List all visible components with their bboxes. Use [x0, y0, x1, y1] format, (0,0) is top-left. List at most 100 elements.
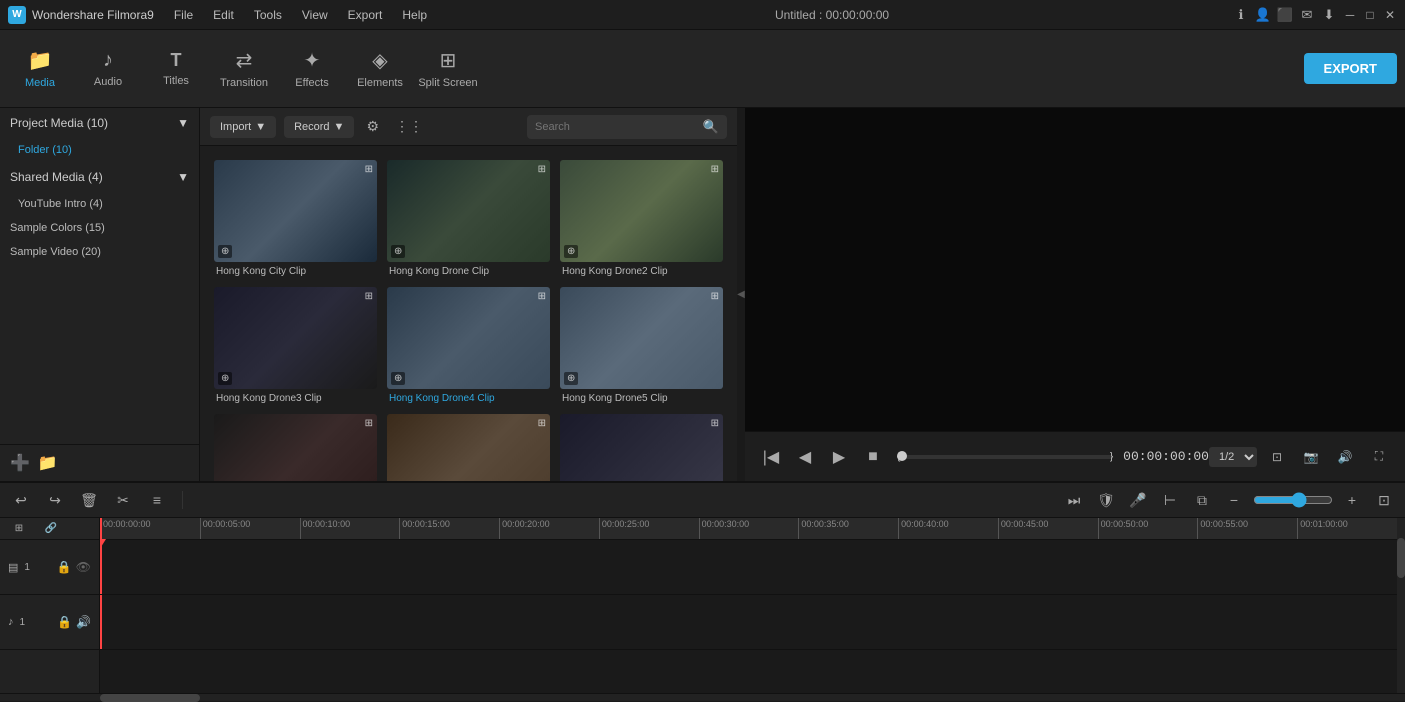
link-button[interactable]: 🔗 [38, 518, 64, 542]
timeline-ruler[interactable]: 00:00:00:00 00:00:05:00 00:00:10:00 00:0… [100, 518, 1397, 540]
message-icon[interactable]: ✉ [1299, 7, 1315, 23]
media-item[interactable]: ⊞ ⊕ Hong Kong Drone5 Clip [556, 283, 727, 408]
menu-edit[interactable]: Edit [209, 6, 238, 24]
info-icon[interactable]: ℹ [1233, 7, 1249, 23]
media-item[interactable]: ⊞ ⊕ [556, 410, 727, 481]
video-track-area[interactable] [100, 540, 1397, 595]
redo-button[interactable]: ↪ [42, 487, 68, 513]
record-button[interactable]: Record ▼ [284, 116, 354, 138]
caption-button[interactable]: ⧉ [1189, 487, 1215, 513]
undo-button[interactable]: ↩ [8, 487, 34, 513]
go-to-start-button[interactable]: |◀ [757, 443, 785, 471]
layout-icon[interactable]: ⬛ [1277, 7, 1293, 23]
maximize-button[interactable]: □ [1363, 8, 1377, 22]
media-item[interactable]: ⊞ ⊕ [210, 410, 381, 481]
toolbar-splitscreen[interactable]: ⊞ Split Screen [416, 37, 480, 101]
add-to-timeline-icon[interactable]: ⊕ [564, 245, 578, 258]
panel-collapse-divider[interactable]: ◀ [737, 108, 745, 481]
add-to-timeline-icon[interactable]: ⊕ [564, 372, 578, 385]
fit-button[interactable]: ⊡ [1371, 487, 1397, 513]
media-item[interactable]: ⊞ ⊕ [383, 410, 554, 481]
menu-tools[interactable]: Tools [250, 6, 286, 24]
lock-icon[interactable]: 🔒 [57, 560, 72, 574]
ruler-label: 00:00:25:00 [602, 519, 650, 529]
settings-button[interactable]: ≡ [144, 487, 170, 513]
sidebar-youtube-intro-item[interactable]: YouTube Intro (4) [0, 192, 199, 216]
download-icon[interactable]: ⬇ [1321, 7, 1337, 23]
mic-button[interactable]: 🎤 [1125, 487, 1151, 513]
menu-view[interactable]: View [298, 6, 332, 24]
menu-file[interactable]: File [170, 6, 197, 24]
zoom-select[interactable]: 1/2 [1209, 447, 1257, 467]
media-grid-inner: ⊞ ⊕ Hong Kong City Clip ⊞ ⊕ Hong Kong Dr… [210, 156, 727, 471]
search-input[interactable] [535, 121, 697, 133]
title-text: Untitled : 00:00:00:00 [775, 8, 889, 22]
toolbar-transition[interactable]: ⇄ Transition [212, 37, 276, 101]
cut-button[interactable]: ✂ [110, 487, 136, 513]
audio-volume-icon[interactable]: 🔊 [76, 615, 91, 629]
ruler-tick: 00:00:10:00 [300, 518, 400, 539]
delete-button[interactable]: 🗑 [76, 487, 102, 513]
visibility-icon[interactable]: 👁 [76, 560, 91, 574]
zoom-slider[interactable] [1253, 492, 1333, 508]
track-next-button[interactable]: ⏭ [1061, 487, 1087, 513]
add-to-timeline-icon[interactable]: ⊕ [218, 372, 232, 385]
toolbar-audio[interactable]: ♪ Audio [76, 37, 140, 101]
audio-track-area[interactable] [100, 595, 1397, 650]
add-folder-button[interactable]: 📁 [38, 453, 58, 473]
timeline-scrollbar-v[interactable] [1397, 518, 1405, 693]
stop-button[interactable]: ■ [859, 443, 887, 471]
step-back-button[interactable]: ◀ [791, 443, 819, 471]
audio-track-number: 1 [20, 617, 26, 628]
add-media-button[interactable]: ➕ [10, 453, 30, 473]
sidebar-project-media-header[interactable]: Project Media (10) ▼ [0, 108, 199, 138]
sidebar-shared-media-section: Shared Media (4) ▼ YouTube Intro (4) [0, 162, 199, 216]
sidebar-folder-item[interactable]: Folder (10) [0, 138, 199, 162]
toolbar-titles-label: Titles [163, 75, 189, 87]
split-button[interactable]: ⊢ [1157, 487, 1183, 513]
media-item[interactable]: ⊞ ⊕ Hong Kong Drone4 Clip [383, 283, 554, 408]
close-button[interactable]: ✕ [1383, 8, 1397, 22]
track-add-row: ⊞ 🔗 [0, 518, 99, 540]
add-to-timeline-icon[interactable]: ⊕ [391, 245, 405, 258]
zoom-out-button[interactable]: − [1221, 487, 1247, 513]
add-track-button[interactable]: ⊞ [6, 518, 32, 542]
zoom-in-button[interactable]: + [1339, 487, 1365, 513]
sidebar-shared-media-header[interactable]: Shared Media (4) ▼ [0, 162, 199, 192]
expand-button[interactable]: ⛶ [1365, 443, 1393, 471]
sidebar-sample-video-item[interactable]: Sample Video (20) [0, 240, 199, 264]
menu-help[interactable]: Help [398, 6, 431, 24]
grid-icon: ⊞ [711, 164, 719, 175]
minimize-button[interactable]: ─ [1343, 8, 1357, 22]
play-button[interactable]: ▶ [825, 443, 853, 471]
fullscreen-button[interactable]: ⊡ [1263, 443, 1291, 471]
preview-scrubber[interactable]: { } [897, 455, 1113, 459]
add-to-timeline-icon[interactable]: ⊕ [218, 245, 232, 258]
menu-export[interactable]: Export [344, 6, 387, 24]
volume-button[interactable]: 🔊 [1331, 443, 1359, 471]
import-chevron-icon: ▼ [255, 121, 266, 133]
export-button[interactable]: EXPORT [1304, 53, 1397, 84]
media-item[interactable]: ⊞ ⊕ Hong Kong Drone2 Clip [556, 156, 727, 281]
import-button[interactable]: Import ▼ [210, 116, 276, 138]
toolbar-titles[interactable]: T Titles [144, 37, 208, 101]
media-thumbnail: ⊞ ⊕ [387, 160, 550, 262]
toolbar-audio-label: Audio [94, 76, 122, 88]
snapshot-button[interactable]: 📷 [1297, 443, 1325, 471]
sidebar-sample-colors-item[interactable]: Sample Colors (15) [0, 216, 199, 240]
filter-button[interactable]: ⚙ [362, 114, 383, 139]
media-item[interactable]: ⊞ ⊕ Hong Kong Drone Clip [383, 156, 554, 281]
account-icon[interactable]: 👤 [1255, 7, 1271, 23]
media-item[interactable]: ⊞ ⊕ Hong Kong Drone3 Clip [210, 283, 381, 408]
add-to-timeline-icon[interactable]: ⊕ [391, 372, 405, 385]
timeline-scrollbar-h[interactable] [0, 693, 1405, 701]
media-item[interactable]: ⊞ ⊕ Hong Kong City Clip [210, 156, 381, 281]
ruler-tick: 00:00:30:00 [699, 518, 799, 539]
audio-lock-icon[interactable]: 🔒 [57, 615, 72, 629]
timeline-controls: ↩ ↪ 🗑 ✂ ≡ ⏭ 🛡 🎤 ⊢ ⧉ − + ⊡ [0, 482, 1405, 518]
layout-toggle-button[interactable]: ⋮⋮ [391, 114, 427, 139]
toolbar-effects[interactable]: ✦ Effects [280, 37, 344, 101]
shield-button[interactable]: 🛡 [1093, 487, 1119, 513]
toolbar-media[interactable]: 📁 Media [8, 37, 72, 101]
toolbar-elements[interactable]: ◈ Elements [348, 37, 412, 101]
